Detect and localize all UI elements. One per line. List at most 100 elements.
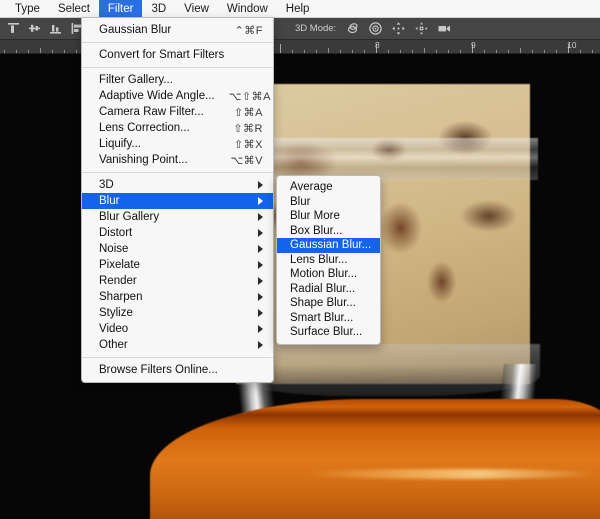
menu-item-distort[interactable]: Distort [82, 225, 273, 241]
menu-item-camera-raw-filter[interactable]: Camera Raw Filter... ⇧⌘A [82, 104, 273, 120]
submenu-item-box-blur[interactable]: Box Blur... [277, 224, 380, 239]
menu-separator [82, 42, 273, 43]
ruler-tick [544, 50, 545, 53]
menubar-item-filter[interactable]: Filter [98, 0, 143, 17]
3d-camera-icon[interactable] [436, 21, 452, 37]
menu-item-vanishing-point[interactable]: Vanishing Point... ⌥⌘V [82, 152, 273, 168]
ruler-tick [4, 50, 5, 53]
menu-item-blur-gallery[interactable]: Blur Gallery [82, 209, 273, 225]
menu-item-shortcut: ⌥⌘V [230, 154, 263, 167]
menu-item-label: Video [99, 323, 129, 335]
menubar-item-select[interactable]: Select [49, 0, 99, 17]
ruler-tick [304, 50, 305, 53]
menu-separator [82, 67, 273, 68]
submenu-item-surface-blur[interactable]: Surface Blur... [277, 325, 380, 340]
menu-item-render[interactable]: Render [82, 273, 273, 289]
ruler-tick [496, 50, 497, 53]
submenu-item-radial-blur[interactable]: Radial Blur... [277, 282, 380, 297]
ruler-tick [460, 50, 461, 53]
jar-base-curve [228, 344, 540, 396]
chevron-right-icon [258, 229, 263, 237]
chevron-right-icon [258, 309, 263, 317]
menu-item-shortcut: ⌃⌘F [234, 24, 263, 37]
3d-orbit-icon[interactable] [344, 21, 360, 37]
menu-item-blur[interactable]: Blur [82, 193, 273, 209]
3d-pan-icon[interactable] [390, 21, 406, 37]
ruler-tick [16, 50, 17, 53]
menu-item-sharpen[interactable]: Sharpen [82, 289, 273, 305]
menu-item-noise[interactable]: Noise [82, 241, 273, 257]
menu-item-label: Other [99, 339, 128, 351]
submenu-item-blur-more[interactable]: Blur More [277, 209, 380, 224]
3d-slide-icon[interactable] [413, 21, 429, 37]
3d-roll-icon[interactable] [367, 21, 383, 37]
ruler-tick [52, 50, 53, 53]
three-d-mode-buttons [344, 21, 452, 37]
menu-item-label: Stylize [99, 307, 133, 319]
menu-item-shortcut: ⌥⇧⌘A [228, 90, 271, 103]
submenu-item-shape-blur[interactable]: Shape Blur... [277, 296, 380, 311]
ruler-tick [76, 50, 77, 53]
ruler-tick [532, 50, 533, 53]
menu-item-label: Liquify... [99, 138, 141, 150]
submenu-item-motion-blur[interactable]: Motion Blur... [277, 267, 380, 282]
menu-item-convert-for-smart-filters[interactable]: Convert for Smart Filters [82, 47, 273, 63]
submenu-item-blur[interactable]: Blur [277, 195, 380, 210]
menubar-item-help[interactable]: Help [277, 0, 319, 17]
ruler-tick [364, 50, 365, 53]
menu-item-label: Distort [99, 227, 133, 239]
menu-separator [82, 357, 273, 358]
orange-liquid-pool [150, 399, 600, 519]
menu-item-label: Vanishing Point... [99, 154, 188, 166]
menu-item-label: Lens Correction... [99, 122, 190, 134]
menu-item-stylize[interactable]: Stylize [82, 305, 273, 321]
blur-submenu: Average Blur Blur More Box Blur... Gaussian … [276, 175, 381, 345]
menu-item-video[interactable]: Video [82, 321, 273, 337]
ruler-tick [352, 50, 353, 53]
ruler-tick [448, 50, 449, 53]
menu-item-liquify[interactable]: Liquify... ⇧⌘X [82, 136, 273, 152]
submenu-item-smart-blur[interactable]: Smart Blur... [277, 311, 380, 326]
ruler-tick [340, 50, 341, 53]
chevron-right-icon [258, 213, 263, 221]
ruler-tick [280, 44, 281, 53]
ruler-tick [292, 50, 293, 53]
align-top-edges-icon[interactable] [4, 20, 23, 38]
three-d-mode-group: 3D Mode: [295, 21, 452, 37]
menubar-item-window[interactable]: Window [218, 0, 277, 17]
chevron-right-icon [258, 293, 263, 301]
ruler-tick [328, 48, 329, 53]
ruler-tick [580, 50, 581, 53]
menu-item-label: Pixelate [99, 259, 140, 271]
chevron-right-icon [258, 245, 263, 253]
menu-item-browse-filters-online[interactable]: Browse Filters Online... [82, 362, 273, 378]
photoshop-window: Type Select Filter 3D View Window Help 3… [0, 0, 600, 519]
align-vertical-centers-icon[interactable] [25, 20, 44, 38]
align-bottom-edges-icon[interactable] [46, 20, 65, 38]
menu-item-gaussian-blur[interactable]: Gaussian Blur ⌃⌘F [82, 22, 273, 38]
ruler-label: 8 [375, 40, 380, 50]
menu-item-3d[interactable]: 3D [82, 177, 273, 193]
menu-item-label: Blur Gallery [99, 211, 160, 223]
menu-item-label: Convert for Smart Filters [99, 49, 225, 61]
menubar-item-type[interactable]: Type [6, 0, 49, 17]
menu-item-adaptive-wide-angle[interactable]: Adaptive Wide Angle... ⌥⇧⌘A [82, 88, 273, 104]
ruler-tick [424, 48, 425, 53]
submenu-item-lens-blur[interactable]: Lens Blur... [277, 253, 380, 268]
submenu-item-gaussian-blur[interactable]: Gaussian Blur... [277, 238, 380, 253]
menu-item-label: Sharpen [99, 291, 143, 303]
menu-item-filter-gallery[interactable]: Filter Gallery... [82, 72, 273, 88]
menubar-item-3d[interactable]: 3D [142, 0, 175, 17]
ruler-tick [316, 50, 317, 53]
menu-item-label: Render [99, 275, 137, 287]
menu-item-other[interactable]: Other [82, 337, 273, 353]
menubar-item-view[interactable]: View [175, 0, 218, 17]
chevron-right-icon [258, 277, 263, 285]
chevron-right-icon [258, 341, 263, 349]
menu-item-pixelate[interactable]: Pixelate [82, 257, 273, 273]
ruler-tick [508, 50, 509, 53]
ruler-tick [484, 50, 485, 53]
submenu-item-average[interactable]: Average [277, 180, 380, 195]
menu-item-lens-correction[interactable]: Lens Correction... ⇧⌘R [82, 120, 273, 136]
menu-item-label: Gaussian Blur [99, 24, 172, 36]
